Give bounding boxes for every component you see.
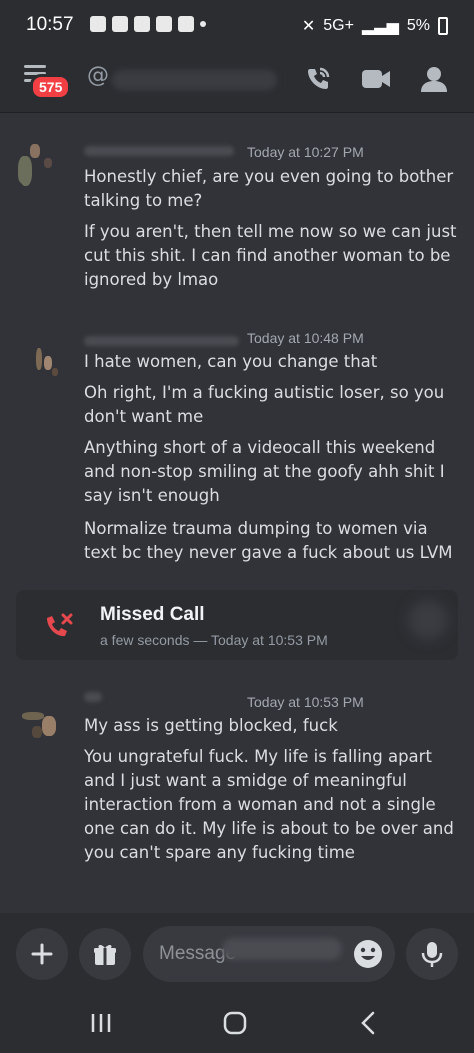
chevron-left-icon — [361, 1011, 375, 1035]
status-time: 10:57 — [26, 14, 74, 35]
message-text: Oh right, I'm a fucking autistic loser, … — [84, 383, 445, 426]
alert-icon — [112, 16, 128, 32]
message-text: If you aren't, then tell me now so we ca… — [84, 222, 457, 289]
missed-call-icon — [47, 613, 73, 637]
mute-icon: ✕ — [301, 18, 316, 35]
message-timestamp: Today at 10:48 PM — [247, 330, 364, 346]
voice-call-button[interactable] — [302, 64, 334, 94]
video-camera-icon — [362, 70, 390, 88]
add-attachment-button[interactable] — [16, 928, 68, 980]
more-notifications-icon — [200, 21, 206, 27]
video-call-button[interactable] — [360, 64, 392, 94]
redacted-username[interactable] — [84, 336, 239, 346]
battery-icon — [438, 17, 448, 35]
status-bar: 10:57 ✕ 5G+ ▂▃▅ 5% — [0, 0, 474, 50]
gift-button[interactable] — [79, 928, 131, 980]
avatar[interactable] — [14, 694, 68, 748]
redacted-username[interactable] — [112, 70, 277, 90]
message-text: My ass is getting blocked, fuck — [84, 716, 338, 735]
redacted-username[interactable] — [84, 146, 234, 156]
dm-at-icon: @ — [87, 63, 109, 88]
network-label: 5G+ — [323, 17, 354, 34]
missed-call-title: Missed Call — [100, 604, 205, 625]
plus-icon — [31, 943, 53, 965]
app-icon — [134, 16, 150, 32]
redacted-username[interactable] — [84, 692, 102, 702]
status-right: ✕ 5G+ ▂▃▅ 5% — [302, 16, 448, 36]
message-text: Anything short of a videocall this weeke… — [84, 438, 445, 505]
app-icon — [178, 16, 194, 32]
x-icon — [156, 16, 172, 32]
message-timestamp: Today at 10:27 PM — [247, 144, 364, 160]
recent-apps-button[interactable] — [81, 1008, 121, 1038]
message-composer: Message — [0, 913, 474, 993]
redacted-area — [408, 600, 448, 640]
message-text: You ungrateful fuck. My life is falling … — [84, 747, 454, 862]
message-timestamp: Today at 10:53 PM — [247, 694, 364, 710]
gift-icon — [94, 944, 116, 965]
message-text: I hate women, can you change that — [84, 352, 378, 371]
message-text: Honestly chief, are you even going to bo… — [84, 167, 454, 210]
system-navigation-bar — [0, 993, 474, 1053]
members-button[interactable] — [418, 64, 450, 94]
missed-call-subtitle: a few seconds — Today at 10:53 PM — [100, 632, 328, 648]
recent-apps-icon — [91, 1014, 111, 1032]
microphone-icon — [421, 942, 443, 967]
emoji-button[interactable] — [351, 937, 385, 971]
status-notification-icons — [90, 16, 206, 32]
phone-call-icon — [308, 67, 330, 89]
avatar[interactable] — [14, 334, 68, 388]
back-button[interactable] — [348, 1008, 388, 1038]
user-profile-icon — [421, 67, 447, 92]
missed-call-card[interactable]: Missed Call a few seconds — Today at 10:… — [16, 590, 458, 660]
avatar[interactable] — [14, 138, 68, 192]
notification-badge: 575 — [30, 74, 72, 100]
voice-message-button[interactable] — [406, 928, 458, 980]
message-text: Normalize trauma dumping to women via te… — [84, 519, 453, 562]
battery-label: 5% — [406, 17, 430, 34]
smiley-icon — [354, 940, 382, 968]
home-button[interactable] — [215, 1008, 255, 1038]
notification-icon — [90, 16, 106, 32]
signal-icon: ▂▃▅ — [361, 18, 399, 35]
redacted-area — [222, 938, 342, 960]
channel-header: 575 @ — [0, 50, 474, 113]
home-icon — [223, 1011, 247, 1035]
